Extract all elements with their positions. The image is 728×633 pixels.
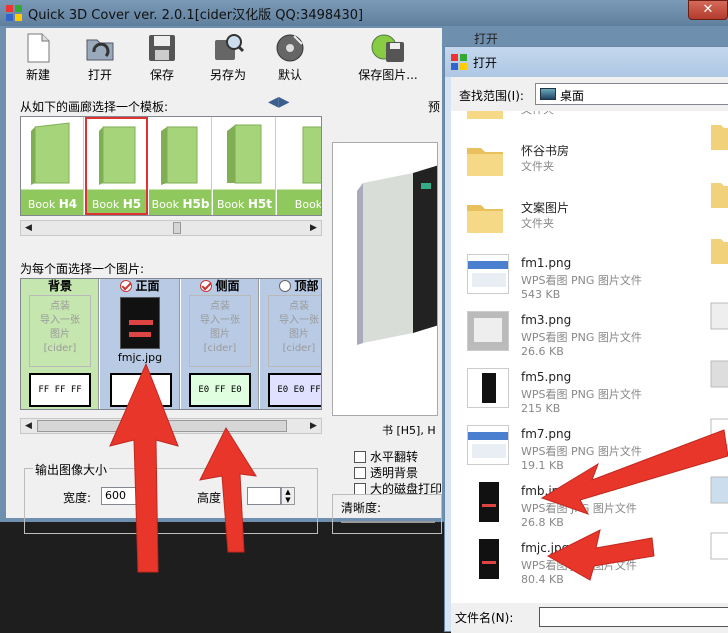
arrow-up-2 bbox=[199, 426, 257, 553]
arrow-to-fmjc bbox=[546, 529, 655, 581]
annotation-arrows bbox=[109, 362, 728, 581]
arrow-up-1 bbox=[109, 362, 179, 573]
arrow-to-fmb bbox=[540, 429, 728, 515]
